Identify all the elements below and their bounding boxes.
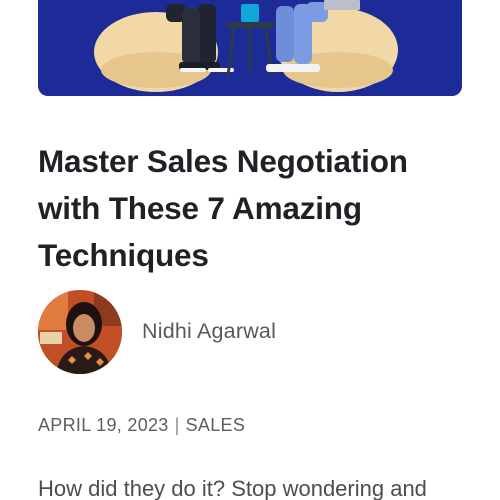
publish-date: APRIL 19, 2023 bbox=[38, 415, 169, 435]
article-title[interactable]: Master Sales Negotiation with These 7 Am… bbox=[38, 138, 462, 279]
category-link[interactable]: SALES bbox=[186, 415, 246, 435]
meta-separator: | bbox=[174, 415, 180, 435]
title-line: Master Sales Negotiation bbox=[38, 143, 408, 179]
title-line: with These 7 Amazing bbox=[38, 190, 362, 226]
beanbag-scene-illustration bbox=[94, 0, 398, 92]
author-photo-image bbox=[38, 290, 122, 374]
title-line: Techniques bbox=[38, 237, 209, 273]
article-meta: APRIL 19, 2023 | SALES bbox=[38, 415, 245, 436]
article-excerpt: How did they do it? Stop wondering and bbox=[38, 476, 427, 500]
author-byline: Nidhi Agarwal bbox=[38, 290, 462, 374]
author-name[interactable]: Nidhi Agarwal bbox=[142, 319, 276, 344]
hero-illustration bbox=[38, 0, 462, 96]
author-avatar[interactable] bbox=[38, 290, 122, 374]
